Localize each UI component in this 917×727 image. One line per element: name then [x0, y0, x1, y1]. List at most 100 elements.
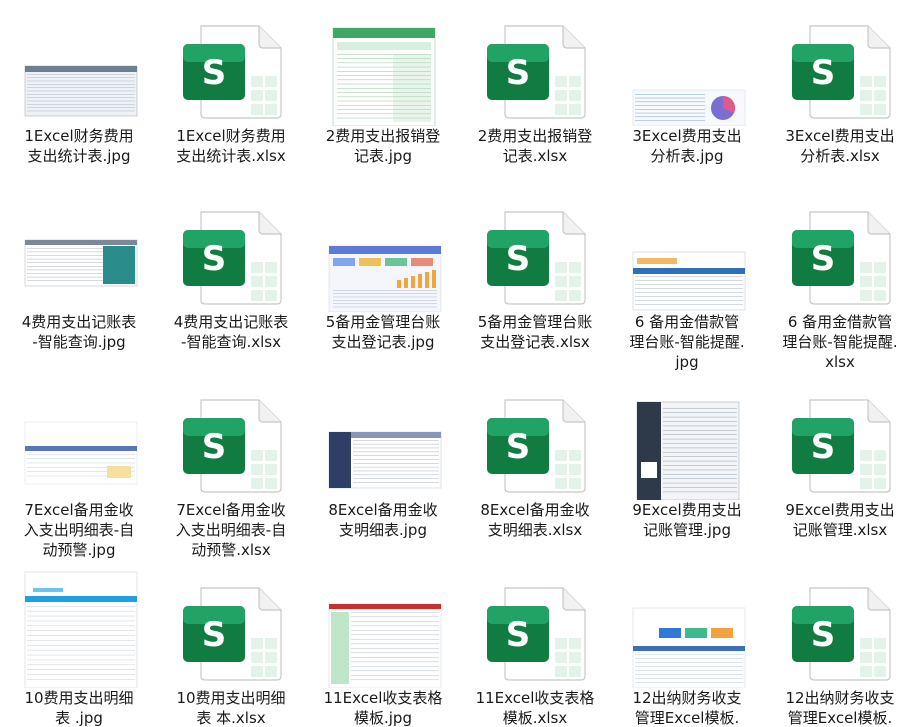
table-rule-icon [337, 109, 431, 110]
table-rule-icon [351, 630, 439, 631]
grid-cell-icon [569, 104, 581, 115]
file-item-jpg[interactable]: 11Excel收支表格 模板.jpg [307, 566, 459, 727]
grid-cell-icon [874, 90, 886, 101]
grid-cell-icon [265, 450, 277, 461]
page-fold-icon [867, 588, 890, 611]
thumb-bar-mark [397, 280, 401, 288]
excel-s-glyph-icon: S [202, 239, 227, 279]
table-rule-icon [635, 120, 705, 121]
thumb-green-column [331, 612, 349, 684]
file-name-line: 支出登记表.jpg [331, 333, 435, 351]
grid-cell-icon [555, 104, 567, 115]
table-rule-icon [663, 416, 737, 418]
excel-file-icon: S [764, 4, 916, 126]
grid-cell-icon [555, 638, 567, 649]
file-name-line: 记账管理.jpg [643, 521, 731, 539]
table-rule-icon [351, 639, 439, 640]
grid-cell-icon [251, 104, 263, 115]
grid-cell-icon [265, 90, 277, 101]
file-item-jpg[interactable]: 2费用支出报销登 记表.jpg [307, 4, 459, 192]
excel-s-glyph-icon: S [202, 53, 227, 93]
file-item-xlsx[interactable]: S 3Excel费用支出 分析表.xlsx [764, 4, 916, 192]
file-item-xlsx[interactable]: S 6 备用金借款管 理台账-智能提醒. xlsx [764, 190, 916, 378]
grid-cell-icon [874, 290, 886, 301]
file-item-jpg[interactable]: 10费用支出明细表 .jpg [3, 566, 155, 727]
file-item-xlsx[interactable]: S 5备用金管理台账 支出登记表.xlsx [459, 190, 611, 378]
table-rule-icon [27, 87, 135, 88]
thumb-title-bar [351, 432, 441, 438]
image-thumbnail [307, 378, 459, 500]
table-rule-icon [635, 105, 705, 106]
file-item-jpg[interactable]: 5备用金管理台账 支出登记表.jpg [307, 190, 459, 378]
grid-cell-icon [265, 76, 277, 87]
file-item-jpg[interactable]: 1Excel财务费用 支出统计表.jpg [3, 4, 155, 192]
thumb-kpi-card [385, 258, 407, 266]
page-fold-icon [258, 400, 281, 423]
table-rule-icon [635, 101, 705, 103]
file-name-line: 理台账-智能提醒. [782, 333, 898, 351]
file-name-line: 5备用金管理台账 [325, 313, 441, 331]
excel-s-glyph-icon: S [506, 615, 531, 655]
grid-cell-icon [874, 464, 886, 475]
file-item-xlsx[interactable]: S 2费用支出报销登 记表.xlsx [459, 4, 611, 192]
excel-file-icon: S [459, 190, 611, 312]
table-rule-icon [27, 679, 135, 680]
table-rule-icon [663, 430, 737, 431]
grid-cell-icon [860, 638, 872, 649]
file-item-jpg[interactable]: 8Excel备用金收 支明细表.jpg [307, 378, 459, 566]
table-rule-icon [663, 456, 737, 457]
table-rule-icon [351, 666, 439, 667]
grid-cell-icon [265, 652, 277, 663]
file-name-line: 支明细表.jpg [339, 521, 427, 539]
grid-cell-icon [265, 104, 277, 115]
table-rule-icon [27, 654, 135, 656]
file-item-xlsx[interactable]: S 1Excel财务费用 支出统计表.xlsx [155, 4, 307, 192]
file-item-jpg[interactable]: 7Excel备用金收 入支出明细表-自 动预警.jpg [3, 378, 155, 566]
file-item-jpg[interactable]: 6 备用金借款管 理台账-智能提醒. jpg [611, 190, 763, 378]
file-name-line: 9Excel费用支出 [785, 501, 895, 519]
thumb-bar-mark [432, 270, 436, 288]
file-name-label: 6 备用金借款管 理台账-智能提醒. xlsx [764, 312, 916, 372]
table-rule-icon [27, 273, 103, 274]
file-item-xlsx[interactable]: S 8Excel备用金收 支明细表.xlsx [459, 378, 611, 566]
table-rule-icon [337, 62, 431, 64]
table-rule-icon [27, 620, 135, 622]
file-item-jpg[interactable]: 12出纳财务收支管理Excel模板.jpg [611, 566, 763, 727]
file-item-jpg[interactable]: 4费用支出记账表 -智能查询.jpg [3, 190, 155, 378]
table-rule-icon [353, 440, 439, 441]
table-rule-icon [663, 487, 737, 488]
file-item-xlsx[interactable]: S 10费用支出明细表 本.xlsx [155, 566, 307, 727]
file-item-xlsx[interactable]: S 11Excel收支表格 模板.xlsx [459, 566, 611, 727]
table-rule-icon [635, 280, 743, 281]
grid-cell-icon [874, 262, 886, 273]
grid-cell-icon [569, 76, 581, 87]
grid-cell-icon [555, 666, 567, 677]
file-name-line: 1Excel财务费用 [176, 127, 286, 145]
file-name-line: xlsx [825, 353, 855, 371]
file-name-line: 10费用支出明细 [176, 689, 286, 707]
table-rule-icon [351, 652, 439, 654]
grid-cell-icon [874, 276, 886, 287]
file-item-jpg[interactable]: 9Excel费用支出 记账管理.jpg [611, 378, 763, 566]
table-rule-icon [333, 306, 437, 308]
grid-cell-icon [860, 90, 872, 101]
file-item-xlsx[interactable]: S 12出纳财务收支管理Excel模板.xlsx [764, 566, 916, 727]
thumb-title-bar [329, 246, 441, 254]
file-item-jpg[interactable]: 3Excel费用支出 分析表.jpg [611, 4, 763, 192]
file-name-line: 9Excel费用支出 [632, 501, 742, 519]
file-name-label: 2费用支出报销登 记表.jpg [307, 126, 459, 166]
excel-file-icon: S [764, 378, 916, 500]
table-rule-icon [635, 112, 705, 114]
table-rule-icon [663, 452, 737, 453]
table-rule-icon [635, 292, 743, 293]
grid-cell-icon [569, 450, 581, 461]
table-rule-icon [337, 66, 431, 68]
file-item-xlsx[interactable]: S 4费用支出记账表 -智能查询.xlsx [155, 190, 307, 378]
excel-file-icon: S [155, 566, 307, 688]
file-name-label: 9Excel费用支出 记账管理.xlsx [764, 500, 916, 540]
file-item-xlsx[interactable]: S 9Excel费用支出 记账管理.xlsx [764, 378, 916, 566]
thumb-kpi-card [333, 258, 355, 266]
table-rule-icon [27, 640, 135, 641]
table-rule-icon [27, 100, 135, 102]
file-item-xlsx[interactable]: S 7Excel备用金收 入支出明细表-自 动预警.xlsx [155, 378, 307, 566]
